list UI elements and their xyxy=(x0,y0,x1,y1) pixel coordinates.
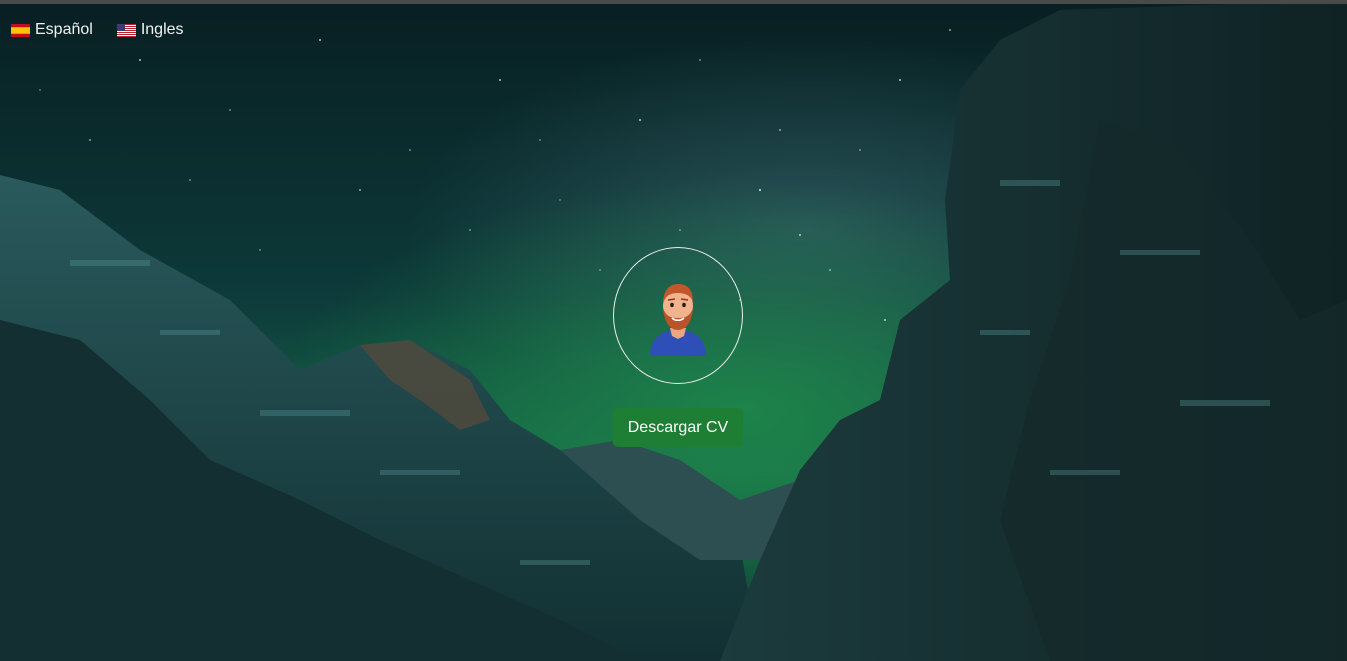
download-cv-button[interactable]: Descargar CV xyxy=(613,408,743,447)
usa-flag-icon xyxy=(116,23,136,37)
language-switcher: Español Ingles xyxy=(11,21,184,39)
language-option-english[interactable]: Ingles xyxy=(116,21,184,39)
spain-flag-icon xyxy=(11,23,30,37)
bearded-man-avatar-icon xyxy=(650,283,706,356)
language-label: Español xyxy=(35,21,93,38)
avatar xyxy=(613,247,743,384)
language-label: Ingles xyxy=(140,21,184,38)
browser-top-edge xyxy=(0,0,1347,4)
language-option-spanish[interactable]: Español xyxy=(11,21,93,39)
page: Español Ingles Descargar CV xyxy=(0,0,1347,661)
